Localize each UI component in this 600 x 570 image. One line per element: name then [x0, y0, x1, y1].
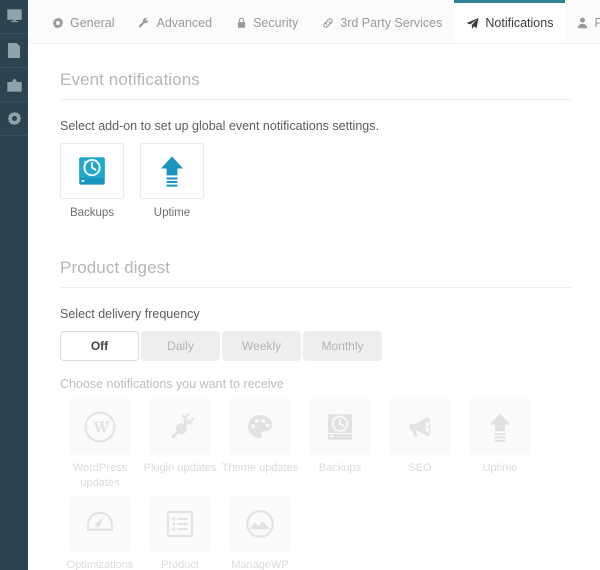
wordpress-icon [84, 411, 116, 443]
tab-label: Notifications [485, 15, 554, 30]
frequency-option-label: Monthly [321, 339, 364, 354]
plug-icon [171, 413, 195, 439]
left-sidebar [0, 0, 28, 570]
addon-tile-backups[interactable]: Backups [60, 143, 124, 220]
notification-type-box [469, 399, 531, 456]
wrench-icon [138, 17, 150, 29]
settings-panel: Event notifications Select add-on to set… [28, 44, 600, 570]
notification-type-managewp-blog[interactable]: ManageWP Blog [220, 495, 300, 570]
frequency-option-weekly[interactable]: Weekly [222, 331, 301, 362]
notification-type-box [69, 399, 131, 456]
frequency-option-monthly[interactable]: Monthly [303, 331, 382, 362]
tab-label: Security [253, 15, 299, 30]
notification-type-grid: WordPress updates Plugin updates Theme u… [60, 399, 572, 570]
tab-label: Advanced [156, 15, 213, 30]
delivery-frequency-selector: Off Daily Weekly Monthly [60, 331, 572, 362]
up-arrow-icon [489, 413, 511, 443]
notification-type-box [69, 495, 131, 552]
notification-type-label: Plugin updates [143, 462, 217, 475]
event-notifications-helper: Select add-on to set up global event not… [60, 119, 379, 133]
notification-type-box [309, 399, 371, 456]
document-icon [7, 43, 21, 58]
frequency-helper: Select delivery frequency [60, 307, 200, 322]
addon-tile-label: Uptime [153, 207, 191, 219]
notification-type-optimizations[interactable]: Optimizations [60, 495, 140, 570]
notification-type-label: Product Updates [161, 558, 199, 570]
tab-label: Profile [594, 15, 600, 30]
notification-type-label: Uptime [482, 462, 518, 475]
frequency-option-label: Weekly [241, 339, 282, 354]
settings-page: General Advanced Security 3rd Party Serv… [0, 0, 600, 570]
mountain-circle-icon [246, 510, 274, 538]
gear-icon [7, 111, 21, 126]
notification-type-product-updates[interactable]: Product Updates [140, 495, 220, 570]
tab-profile[interactable]: Profile [565, 0, 600, 43]
lock-icon [236, 17, 247, 29]
megaphone-icon [409, 418, 431, 437]
tab-security[interactable]: Security [224, 0, 310, 43]
addon-tile-row: Backups Uptime [60, 143, 572, 220]
sidebar-item-dashboard[interactable] [0, 0, 28, 34]
frequency-option-daily[interactable]: Daily [141, 331, 220, 362]
notification-type-box [149, 495, 211, 552]
hard-drive-history-icon [79, 157, 105, 185]
notification-type-label: ManageWP Blog [231, 558, 289, 570]
choose-notifications-helper: Choose notifications you want to receive [60, 377, 284, 392]
up-arrow-icon [160, 156, 184, 187]
gear-icon [52, 17, 64, 29]
notification-type-plugin-updates[interactable]: Plugin updates [140, 399, 220, 490]
sidebar-item-settings[interactable] [0, 102, 28, 136]
palette-icon [248, 415, 272, 439]
notification-type-uptime[interactable]: Uptime [460, 399, 540, 490]
notification-type-box [389, 399, 451, 456]
addon-tile-uptime[interactable]: Uptime [140, 143, 204, 220]
frequency-option-label: Daily [167, 339, 194, 354]
link-icon [322, 17, 334, 29]
addon-tile-label: Backups [69, 207, 115, 219]
sidebar-item-addons[interactable] [0, 68, 28, 102]
list-icon [166, 510, 194, 538]
notification-type-seo[interactable]: SEO [380, 399, 460, 490]
sidebar-item-reports[interactable] [0, 34, 28, 68]
paper-plane-icon [466, 17, 479, 30]
dashboard-monitor-icon [6, 9, 22, 23]
notification-type-theme-updates[interactable]: Theme updates [220, 399, 300, 490]
notification-type-label: Backups [318, 462, 362, 475]
settings-tab-bar: General Advanced Security 3rd Party Serv… [28, 0, 600, 44]
notification-type-label: WordPress updates [72, 462, 128, 489]
notification-type-label: Theme updates [221, 462, 299, 475]
event-notifications-title: Event notifications [60, 70, 200, 89]
hard-drive-history-icon [328, 414, 352, 441]
gauge-icon [87, 511, 113, 531]
product-digest-title: Product digest [60, 258, 171, 278]
tab-general[interactable]: General [40, 0, 126, 43]
tab-label: 3rd Party Services [340, 15, 443, 30]
notification-type-box [229, 495, 291, 552]
notification-type-box [149, 399, 211, 456]
tab-label: General [70, 15, 115, 30]
notification-type-label: SEO [408, 462, 432, 475]
notification-type-wordpress-updates[interactable]: WordPress updates [60, 399, 140, 490]
tab-advanced[interactable]: Advanced [126, 0, 224, 43]
user-icon [577, 17, 588, 29]
notification-type-box [229, 399, 291, 456]
notification-type-backups[interactable]: Backups [300, 399, 380, 490]
tab-3rd-party-services[interactable]: 3rd Party Services [310, 0, 454, 43]
frequency-option-off[interactable]: Off [60, 331, 139, 362]
export-box-icon [6, 78, 22, 92]
frequency-option-label: Off [90, 339, 109, 354]
addon-tile-box [60, 143, 124, 199]
notification-type-label: Optimizations [66, 558, 134, 570]
tab-notifications[interactable]: Notifications [454, 0, 566, 43]
content-area: General Advanced Security 3rd Party Serv… [28, 0, 600, 570]
addon-tile-box [140, 143, 204, 199]
